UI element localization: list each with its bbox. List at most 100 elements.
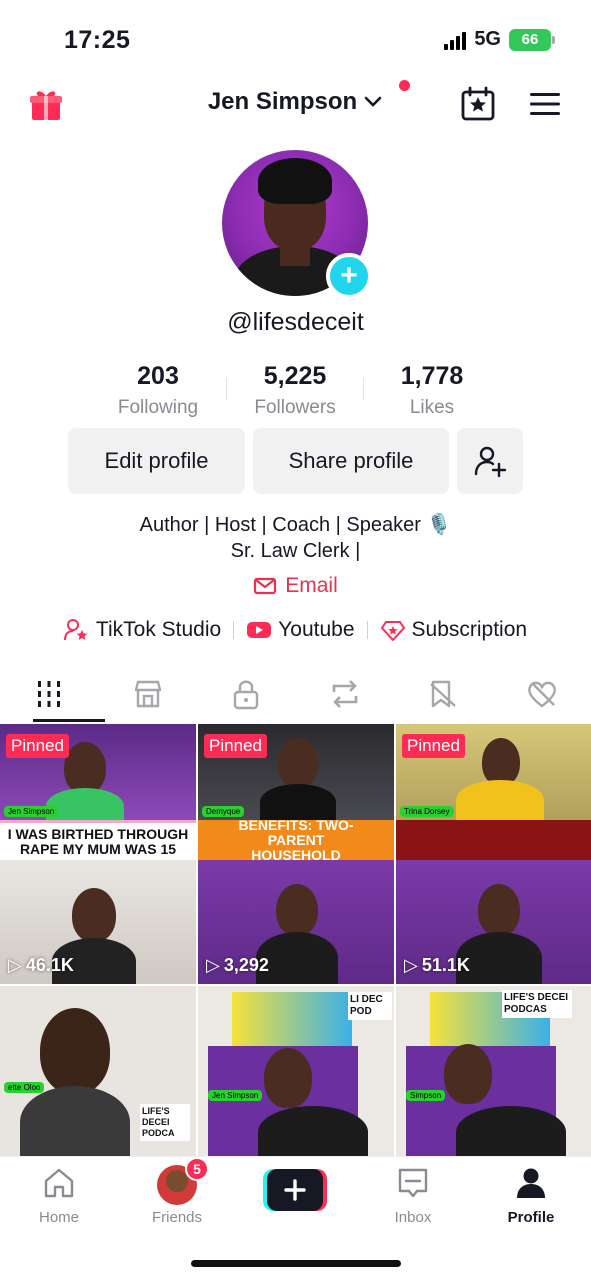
subscription-link[interactable]: Subscription — [380, 618, 528, 642]
mail-icon — [254, 577, 277, 595]
thumbnail-person-body — [260, 784, 336, 820]
nav-inbox[interactable]: Inbox — [363, 1165, 463, 1226]
nav-label: Friends — [151, 1209, 203, 1226]
share-profile-button[interactable]: Share profile — [253, 428, 449, 494]
bio-line: Author | Host | Coach | Speaker 🎙️ — [139, 514, 452, 536]
view-count: ▷ 46.1K — [8, 955, 74, 976]
video-tile[interactable]: Demyque BENEFITS: TWO-PARENT HOUSEHOLD P… — [198, 724, 394, 984]
thumbnail-person — [72, 888, 116, 942]
tab-videos[interactable] — [0, 664, 105, 724]
heart-hidden-icon — [527, 681, 556, 708]
video-caption: BENEFITS: TWO-PARENT HOUSEHOLD — [198, 817, 394, 862]
plus-icon: + — [340, 259, 358, 292]
link-label: Youtube — [278, 618, 355, 641]
thumbnail-person — [264, 1048, 312, 1108]
nav-home[interactable]: Home — [9, 1165, 109, 1226]
tab-favorites[interactable] — [394, 664, 493, 724]
video-tile[interactable]: Jen Simpson I WAS BIRTHED THROUGH RAPE M… — [0, 724, 196, 984]
play-icon: ▷ — [8, 955, 22, 975]
thumbnail-person — [278, 738, 318, 788]
stat-value: 203 — [137, 362, 179, 390]
header-title: Jen Simpson — [207, 88, 358, 115]
view-count: ▷ 3,292 — [206, 955, 269, 976]
create-button[interactable] — [263, 1169, 327, 1211]
play-icon: ▷ — [404, 955, 418, 975]
thumbnail-person — [444, 1044, 492, 1104]
name-tag: Demyque — [202, 806, 245, 817]
status-time: 17:25 — [64, 26, 131, 54]
stat-likes[interactable]: 1,778 Likes — [364, 362, 500, 419]
profile-actions: Edit profile Share profile — [68, 428, 523, 494]
video-tile[interactable]: LI DEC POD Jen Simpson — [198, 986, 394, 1156]
nav-profile[interactable]: Profile — [481, 1165, 581, 1226]
video-caption — [396, 820, 591, 860]
friends-avatar: 5 — [157, 1157, 209, 1205]
name-tag: ette Oloo — [4, 1082, 45, 1093]
name-tag: Jen Simpson — [4, 806, 59, 817]
name-tag: Simpson — [406, 1090, 446, 1101]
home-indicator — [191, 1260, 401, 1267]
account-switcher[interactable]: Jen Simpson — [0, 88, 591, 116]
view-count: ▷ 51.1K — [404, 955, 470, 976]
add-friend-button[interactable] — [457, 428, 523, 494]
profile-icon — [517, 1168, 545, 1198]
profile-links: TikTok Studio Youtube Subscription — [0, 618, 591, 642]
pinned-badge: Pinned — [402, 734, 465, 758]
podcast-thumbnail — [232, 992, 352, 1048]
youtube-link[interactable]: Youtube — [246, 618, 355, 642]
stat-followers[interactable]: 5,225 Followers — [227, 362, 363, 419]
add-story-button[interactable]: + — [326, 253, 372, 299]
shop-icon — [134, 680, 161, 708]
edit-profile-button[interactable]: Edit profile — [68, 428, 245, 494]
link-label: TikTok Studio — [95, 618, 222, 641]
nav-label: Inbox — [394, 1209, 432, 1226]
signal-icon — [444, 30, 467, 50]
thumbnail-person — [64, 742, 106, 794]
username: @lifesdeceit — [227, 308, 364, 336]
pinned-badge: Pinned — [204, 734, 267, 758]
view-count-value: 46.1K — [25, 955, 74, 975]
avatar-hair — [258, 158, 332, 204]
tab-private[interactable] — [197, 664, 296, 724]
play-icon: ▷ — [206, 955, 220, 975]
video-tile[interactable]: Trina Dorsey Pinned ▷ 51.1K — [396, 724, 591, 984]
link-label: Subscription — [411, 618, 528, 641]
video-tile[interactable]: ette Oloo LIFE'S DECEI PODCA — [0, 986, 196, 1156]
bookmark-hidden-icon — [430, 680, 457, 708]
email-link[interactable]: Email — [0, 574, 591, 598]
battery-level: 66 — [521, 31, 539, 48]
add-person-icon — [474, 446, 507, 478]
stat-label: Followers — [254, 397, 336, 418]
bio: Author | Host | Coach | Speaker 🎙️ Sr. L… — [0, 512, 591, 564]
tab-reposts[interactable] — [296, 664, 395, 724]
youtube-icon — [247, 622, 272, 638]
subscription-icon — [380, 621, 405, 641]
network-type: 5G — [474, 28, 501, 50]
video-tile[interactable]: LIFE'S DECEI PODCAS Simpson — [396, 986, 591, 1156]
content-tabs — [0, 664, 591, 724]
thumbnail-person — [40, 1008, 110, 1094]
thumbnail-person-body — [456, 1106, 566, 1156]
podcast-overlay: LIFE'S DECEI PODCA — [140, 1104, 190, 1141]
thumbnail-person — [276, 884, 318, 936]
menu-icon[interactable] — [528, 90, 562, 118]
nav-label: Profile — [507, 1209, 555, 1226]
battery-icon: 66 — [509, 28, 555, 51]
thumbnail-person-body — [258, 1106, 368, 1156]
person-star-icon — [63, 619, 88, 641]
thumbnail-person-body — [46, 788, 124, 824]
chevron-down-icon — [364, 96, 382, 107]
tab-shop[interactable] — [99, 664, 198, 724]
calendar-star-icon[interactable] — [460, 86, 496, 122]
tab-liked[interactable] — [493, 664, 591, 724]
email-label: Email — [285, 574, 338, 597]
stat-label: Likes — [409, 397, 455, 418]
grid-icon — [38, 681, 61, 707]
stat-following[interactable]: 203 Following — [90, 362, 226, 419]
lock-icon — [234, 680, 259, 710]
tiktok-studio-link[interactable]: TikTok Studio — [63, 618, 222, 642]
stat-value: 1,778 — [400, 362, 464, 390]
thumbnail-person-body — [20, 1086, 130, 1156]
nav-friends[interactable]: 5 Friends — [127, 1157, 227, 1226]
thumbnail-person — [482, 738, 520, 786]
